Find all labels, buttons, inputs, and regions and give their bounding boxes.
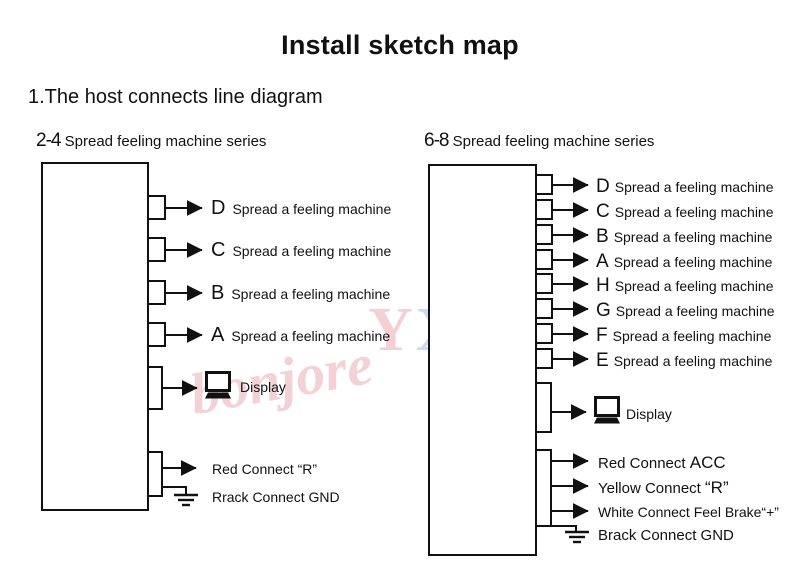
right-port-tab-c — [535, 199, 553, 220]
right-port-label-h: H Spread a feeling machine — [596, 276, 774, 295]
right-port-text-b: Spread a feeling machine — [613, 229, 773, 245]
right-port-label-e: E Spread a feeling machine — [596, 351, 772, 370]
left-port-channel-a: A — [211, 324, 225, 346]
right-port-label-g: G Spread a feeling machine — [596, 301, 775, 320]
right-port-label-b: B Spread a feeling machine — [596, 227, 772, 246]
right-port-text-g: Spread a feeling machine — [615, 303, 775, 319]
right-port-label-d: D Spread a feeling machine — [596, 177, 774, 196]
left-port-channel-d: D — [211, 197, 226, 219]
left-port-text-a: Spread a feeling machine — [231, 328, 391, 344]
right-connector-tabs — [535, 174, 553, 527]
right-display-label: Display — [626, 406, 672, 422]
right-port-channel-b: B — [596, 226, 609, 247]
right-port-channel-d: D — [596, 176, 610, 197]
right-wire-label-yellow-r: Yellow Connect “R” — [598, 478, 729, 498]
right-port-channel-h: H — [596, 275, 610, 296]
right-host-box — [428, 164, 537, 556]
left-connector-tabs — [147, 195, 166, 497]
right-port-text-h: Spread a feeling machine — [614, 278, 774, 294]
right-wire-label-white-brake: White Connect Feel Brake“+” — [598, 504, 779, 520]
right-port-text-f: Spread a feeling machine — [612, 328, 772, 344]
left-port-tab-d — [147, 195, 166, 220]
right-power-tab — [535, 449, 552, 527]
left-power-wiring — [162, 460, 197, 495]
right-port-channel-e: E — [596, 350, 609, 371]
right-wire-emph-plus: “+” — [761, 504, 779, 520]
right-port-arrows — [551, 177, 589, 420]
left-display-label: Display — [240, 379, 286, 395]
right-port-label-f: F Spread a feeling machine — [596, 326, 771, 345]
right-port-channel-c: C — [596, 201, 610, 222]
left-port-label-b: B Spread a feeling machine — [211, 283, 390, 303]
right-wire-prefix-red: Red Connect — [598, 455, 690, 472]
left-port-text-d: Spread a feeling machine — [232, 201, 392, 217]
right-port-tab-e — [535, 348, 553, 369]
right-port-label-c: C Spread a feeling machine — [596, 202, 774, 221]
right-port-tab-h — [535, 273, 553, 294]
left-port-channel-c: C — [211, 239, 226, 261]
right-port-channel-g: G — [596, 300, 611, 321]
left-display-tab — [147, 366, 163, 410]
right-port-channel-f: F — [596, 325, 608, 346]
install-sketch-map-diagram: bonjore YXCo Install sketch map 1.The ho… — [0, 0, 800, 583]
right-power-wiring — [551, 453, 589, 532]
right-display-tab — [535, 382, 552, 433]
left-wire-label-red: Red Connect “R” — [212, 461, 318, 477]
left-port-channel-b: B — [211, 282, 225, 304]
left-host-box — [41, 162, 149, 511]
left-port-label-c: C Spread a feeling machine — [211, 240, 391, 260]
right-wire-prefix-white: White Connect Feel Brake — [598, 504, 762, 520]
monitor-icon — [205, 371, 231, 399]
right-port-text-a: Spread a feeling machine — [613, 254, 773, 270]
right-port-text-e: Spread a feeling machine — [613, 353, 773, 369]
left-wire-label-ground: Rrack Connect GND — [212, 489, 340, 505]
right-port-tab-d — [535, 174, 553, 195]
right-wire-prefix-yellow: Yellow Connect — [598, 480, 706, 497]
right-port-tab-f — [535, 323, 553, 344]
left-port-tab-b — [147, 280, 166, 305]
left-port-label-a: A Spread a feeling machine — [211, 325, 390, 345]
right-wire-label-ground: Brack Connect GND — [598, 527, 734, 544]
right-port-channel-a: A — [596, 251, 609, 272]
right-port-tab-g — [535, 298, 553, 319]
right-wire-emph-r: “R” — [705, 478, 729, 497]
left-port-tab-c — [147, 237, 166, 262]
right-port-text-c: Spread a feeling machine — [614, 204, 774, 220]
right-ground-icon — [565, 530, 589, 544]
right-wire-label-red-acc: Red Connect ACC — [598, 453, 726, 473]
monitor-icon — [594, 396, 620, 424]
left-port-text-c: Spread a feeling machine — [232, 243, 392, 259]
right-port-tab-b — [535, 224, 553, 245]
left-port-text-b: Spread a feeling machine — [231, 286, 391, 302]
right-wire-emph-acc: ACC — [689, 453, 726, 472]
right-port-label-a: A Spread a feeling machine — [596, 252, 772, 271]
left-ground-icon — [174, 493, 198, 507]
left-port-tab-a — [147, 322, 166, 347]
left-port-arrows — [162, 200, 203, 396]
right-port-text-d: Spread a feeling machine — [614, 179, 774, 195]
right-port-tab-a — [535, 249, 553, 270]
left-power-tab — [147, 451, 163, 497]
left-port-label-d: D Spread a feeling machine — [211, 198, 391, 218]
